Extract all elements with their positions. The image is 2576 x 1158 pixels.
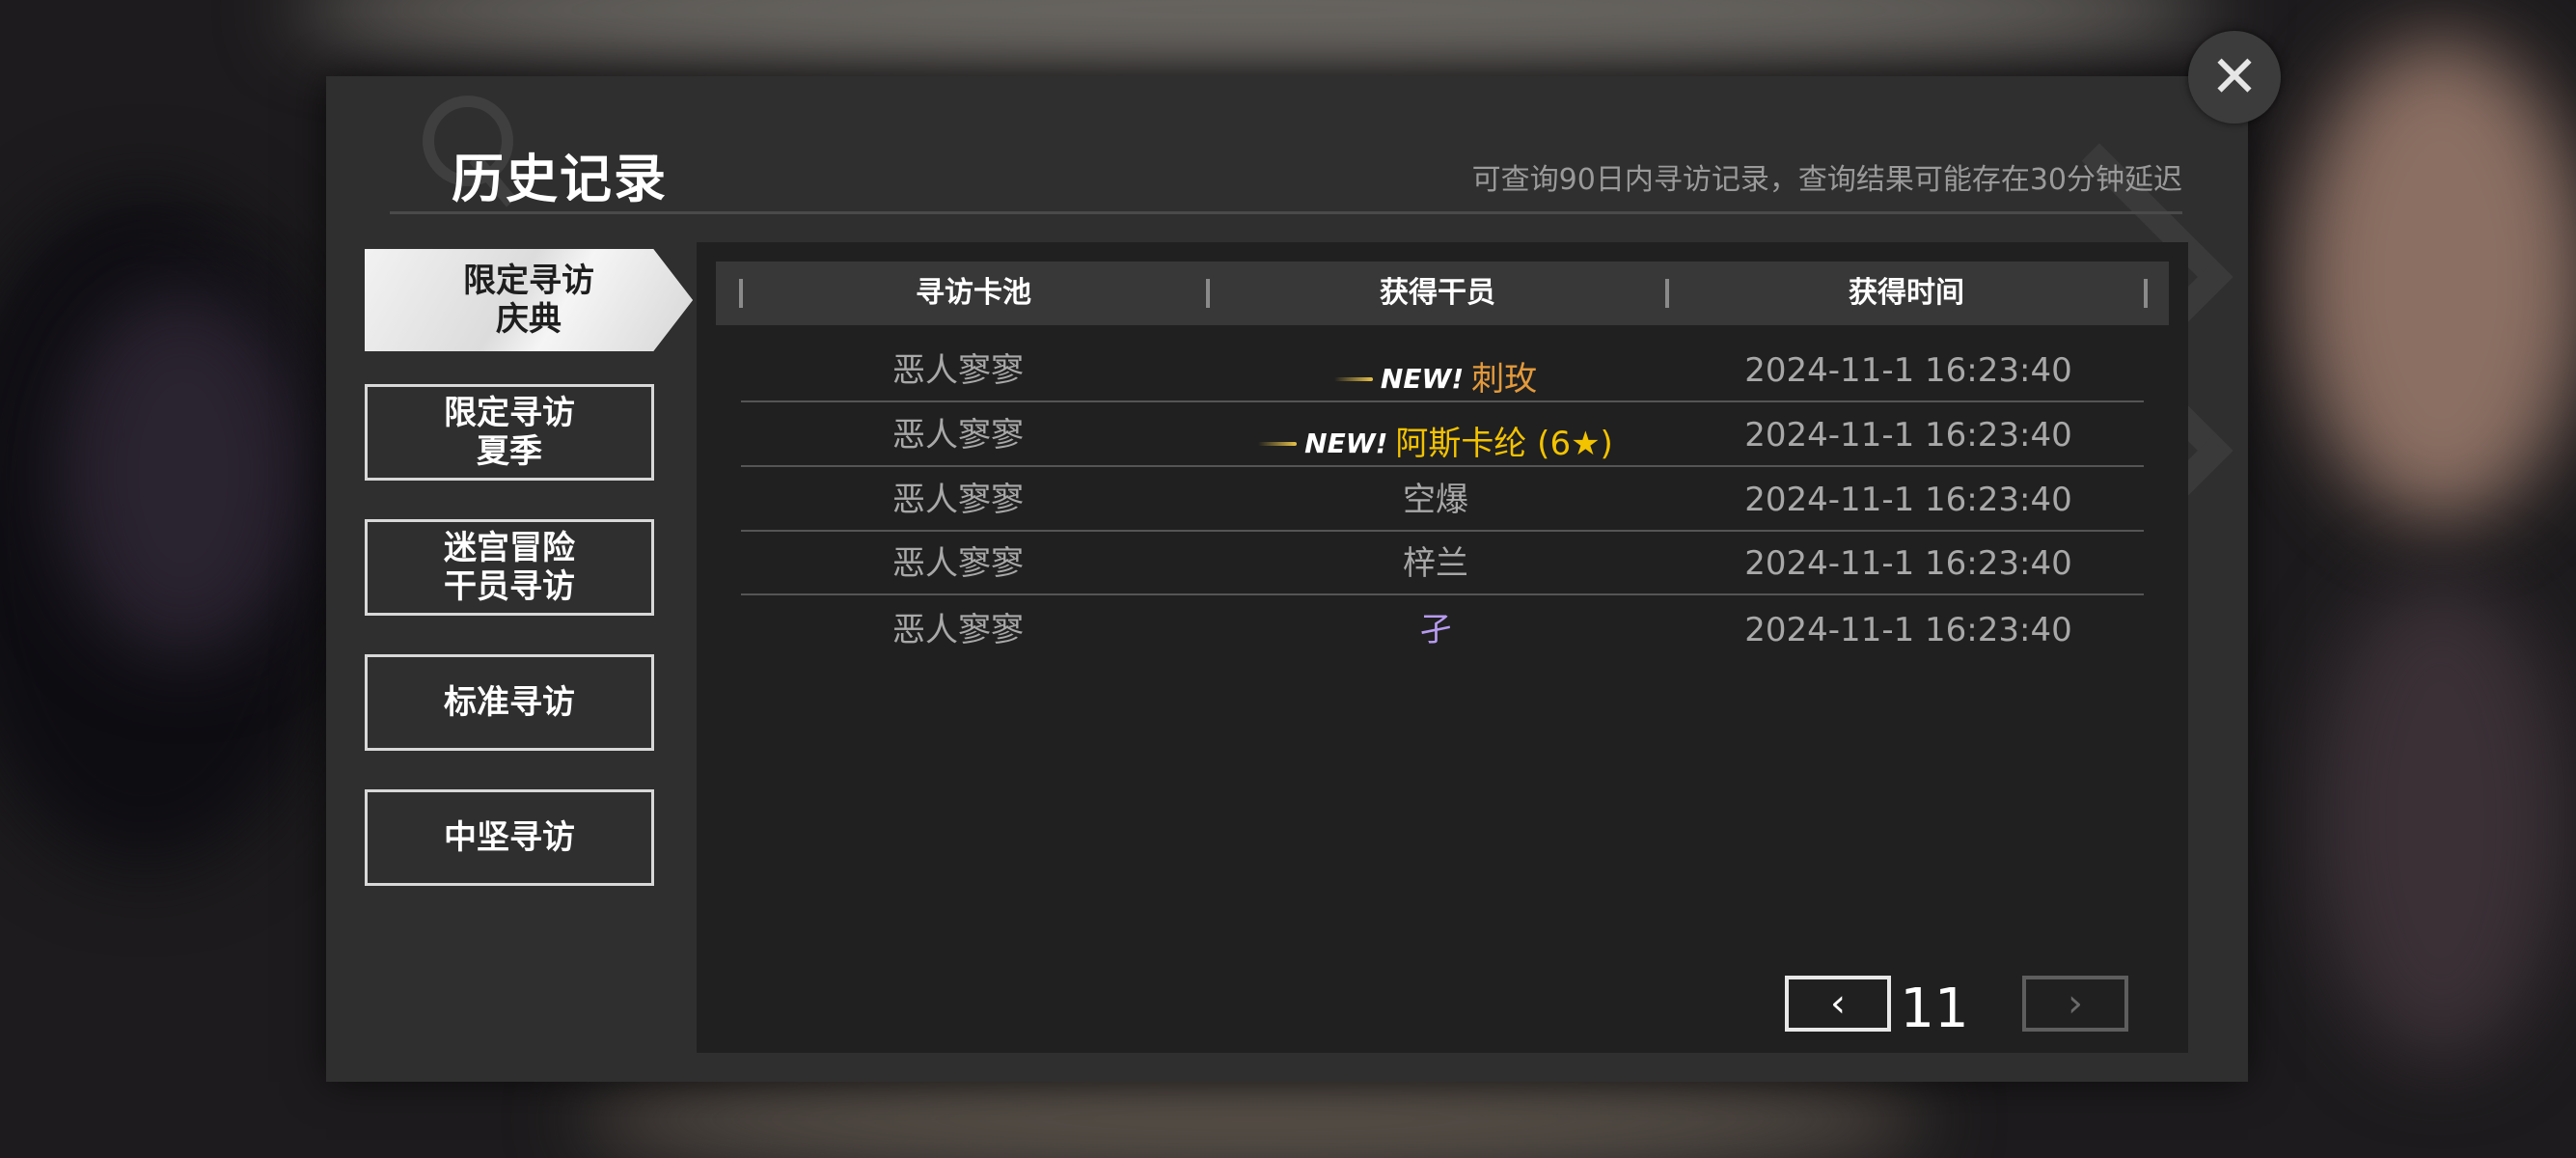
new-streak [1258,442,1298,446]
close-button[interactable]: ✕ [2188,31,2281,124]
history-table-panel: 寻访卡池 获得干员 获得时间 恶人寥寥 NEW! 刺玫 2024-11-1 16… [697,242,2188,1053]
prev-page-button[interactable]: ‹ [1785,976,1891,1032]
header-separator [2144,279,2148,308]
cell-pool: 恶人寥寥 [892,611,1024,649]
cell-time: 2024-11-1 16:23:40 [1744,611,2072,649]
cell-pool: 恶人寥寥 [892,416,1024,455]
next-page-button[interactable]: › [2022,976,2128,1032]
tab-limited-summer[interactable]: 限定寻访 夏季 [365,384,654,481]
tab-label: 标准寻访 [444,683,575,722]
cell-operator: 孑 [1419,611,1452,649]
cell-time: 2024-11-1 16:23:40 [1744,481,2072,519]
tab-label: 限定寻访 夏季 [444,394,575,471]
cell-time: 2024-11-1 16:23:40 [1744,416,2072,455]
cell-operator: NEW! 阿斯卡纶 (6★) [1194,403,1677,467]
history-dialog: 历史记录 可查询90日内寻访记录，查询结果可能存在30分钟延迟 限定寻访 庆典 … [326,76,2248,1082]
dialog-title: 历史记录 [452,149,668,209]
cell-operator: 空爆 [1403,481,1468,519]
close-icon: ✕ [2209,43,2260,111]
tab-label: 中坚寻访 [444,818,575,857]
chevron-left-icon: ‹ [1830,981,1846,1026]
cell-operator: 梓兰 [1403,544,1468,583]
cell-time: 2024-11-1 16:23:40 [1744,351,2072,390]
header-operator: 获得干员 [1380,276,1495,310]
row-divider [741,400,2144,402]
row-divider [741,465,2144,467]
chevron-right-icon: › [2068,981,2083,1026]
new-streak [1333,377,1373,381]
tab-standard[interactable]: 标准寻访 [365,654,654,751]
dialog-subtitle: 可查询90日内寻访记录，查询结果可能存在30分钟延迟 [1471,163,2182,197]
row-divider [741,593,2144,595]
tab-label: 限定寻访 庆典 [463,262,594,339]
tab-limited-celebration[interactable]: 限定寻访 庆典 [365,249,693,351]
table-header: 寻访卡池 获得干员 获得时间 [716,262,2169,325]
header-pool: 寻访卡池 [916,276,1031,310]
table-row: 恶人寥寥 NEW! 阿斯卡纶 (6★) 2024-11-1 16:23:40 [741,403,2144,467]
tab-label: 迷宫冒险 干员寻访 [444,529,575,606]
table-row: 恶人寥寥 空爆 2024-11-1 16:23:40 [741,468,2144,532]
tab-maze-adventure[interactable]: 迷宫冒险 干员寻访 [365,519,654,616]
table-row: 恶人寥寥 孑 2024-11-1 16:23:40 [741,598,2144,662]
cell-pool: 恶人寥寥 [892,481,1024,519]
tab-core[interactable]: 中坚寻访 [365,789,654,886]
cell-time: 2024-11-1 16:23:40 [1744,544,2072,583]
table-row: 恶人寥寥 梓兰 2024-11-1 16:23:40 [741,532,2144,595]
title-divider [390,211,2182,214]
cell-pool: 恶人寥寥 [892,351,1024,390]
header-time: 获得时间 [1849,276,1964,310]
cell-pool: 恶人寥寥 [892,544,1024,583]
page-number: 11 [1900,978,1969,1040]
cell-operator: NEW! 刺玫 [1194,339,1677,402]
table-row: 恶人寥寥 NEW! 刺玫 2024-11-1 16:23:40 [741,339,2144,402]
